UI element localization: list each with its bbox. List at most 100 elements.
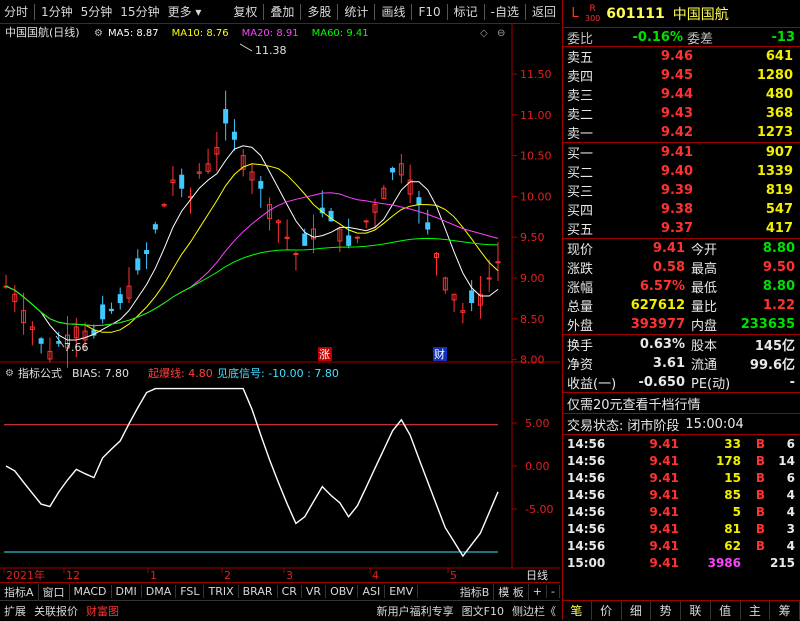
indicator-tab-1[interactable]: 窗口 [39, 583, 70, 600]
asks-row[interactable]: 卖三 9.44 480 [563, 85, 800, 104]
quote-tab-2[interactable]: 细 [622, 601, 652, 620]
indicator-tab-7[interactable]: BRAR [239, 585, 278, 598]
pane-menu-icon[interactable]: ⊖ [497, 28, 505, 39]
indicator-tab-8[interactable]: CR [278, 585, 302, 598]
indicator-tab-13[interactable]: 指标B [456, 583, 495, 600]
tool-fuquan-button[interactable]: 复权 [229, 3, 261, 20]
period-tab-fenshi[interactable]: 分时 [0, 3, 32, 20]
stat-label: 涨跌 [567, 262, 594, 277]
stat-value: 1.22 [762, 298, 795, 313]
extension-tab-0[interactable]: 扩展 [0, 603, 30, 619]
bottom-toolbar: 指标A 窗口 MACD DMI DMA FSL TRIX BRAR CR VR OBV ASI EMV 指… [0, 582, 560, 620]
extension-tab-4[interactable]: 图文F10 [458, 603, 508, 619]
bids-row[interactable]: 买四 9.38 547 [563, 200, 800, 219]
diamond-icon[interactable]: ◇ [480, 28, 488, 39]
period-tab-5min[interactable]: 5分钟 [77, 3, 117, 20]
price-tick-label: 11.00 [520, 109, 552, 122]
quote-tab-3[interactable]: 势 [651, 601, 681, 620]
trade-price: 9.41 [649, 470, 679, 485]
trade-price: 9.41 [649, 538, 679, 553]
tool-f10-button[interactable]: F10 [414, 5, 444, 19]
stock-header: L R 300 601111 中国国航 [563, 0, 800, 28]
stat-value: 9.41 [652, 241, 685, 256]
extension-tab-2[interactable]: 财富图 [82, 603, 123, 619]
indicator-tab-4[interactable]: DMA [142, 585, 177, 598]
promo-banner[interactable]: 仅需20元查看千档行情 [563, 393, 800, 414]
indicator-tab-15[interactable]: + [529, 585, 548, 598]
stat-label: 最高 [691, 262, 718, 277]
tool-watchlist-button[interactable]: -自选 [487, 3, 523, 20]
indicator-tab-5[interactable]: FSL [176, 585, 205, 598]
quote-tab-6[interactable]: 主 [741, 601, 771, 620]
indicator-tab-2[interactable]: MACD [70, 585, 112, 598]
period-label[interactable]: 日线 [526, 568, 548, 582]
trade-volume: 85 [724, 487, 741, 502]
extension-bar: 扩展 关联报价 财富图 新用户福利专享 图文F10 侧边栏《 [0, 601, 560, 620]
extension-tab-3[interactable]: 新用户福利专享 [373, 603, 458, 619]
trade-row: 14:56 9.41 15 B 6 [563, 469, 800, 486]
indicator-tab-11[interactable]: ASI [358, 585, 386, 598]
tool-back-button[interactable]: 返回 [528, 3, 560, 20]
market-badge-num: 300 [585, 13, 601, 23]
extension-tab-5[interactable]: 侧边栏《 [508, 603, 560, 619]
tool-mark-button[interactable]: 标记 [450, 3, 482, 20]
period-tab-1min[interactable]: 1分钟 [37, 3, 77, 20]
indicator-tick-label: 0.00 [525, 460, 550, 473]
asks-row[interactable]: 卖五 9.46 641 [563, 47, 800, 66]
asks-row[interactable]: 卖一 9.42 1273 [563, 123, 800, 142]
trade-status-time: 15:00:04 [685, 416, 744, 432]
trade-count: 6 [786, 436, 795, 451]
bids-row[interactable]: 买一 9.41 907 [563, 143, 800, 162]
candle-body [108, 308, 114, 312]
fundamental-stats: 换手 0.63% 股本 145亿 净资 3.61 流通 99.6亿 收益(一) -0.650 PE(… [563, 335, 800, 393]
tool-overlay-button[interactable]: 叠加 [266, 3, 298, 20]
tool-multistock-button[interactable]: 多股 [303, 3, 335, 20]
extension-tab-1[interactable]: 关联报价 [30, 603, 82, 619]
book-level-label: 买五 [567, 223, 594, 238]
trade-count: 6 [786, 470, 795, 485]
trade-volume: 81 [724, 521, 741, 536]
date-label: 2021年 [6, 568, 45, 582]
asks-row[interactable]: 卖四 9.45 1280 [563, 66, 800, 85]
quote-tab-0[interactable]: 笔 [562, 601, 592, 620]
quote-stat-row: 外盘 393977 内盘 233635 [563, 315, 800, 334]
indicator-tab-3[interactable]: DMI [112, 585, 142, 598]
ma60-line [5, 237, 499, 327]
kline-chart-area[interactable]: 中国国航(日线) ⚙ MA5: 8.87 MA10: 8.76 MA20: 8.91… [0, 24, 560, 582]
candle-body [425, 222, 431, 230]
stat-label: 股本 [691, 339, 718, 354]
asks-row[interactable]: 卖二 9.43 368 [563, 104, 800, 123]
book-volume: 417 [765, 221, 793, 236]
indicator-gear-icon[interactable]: ⚙ [5, 368, 14, 379]
bids-row[interactable]: 买三 9.39 819 [563, 181, 800, 200]
indicator-legend-item-2: 见底信号: -10.00 : 7.80 [217, 366, 339, 380]
period-tab-more[interactable]: 更多 ▾ [164, 3, 206, 20]
ma-legend-item-2: MA20: 8.91 [242, 28, 299, 39]
book-volume: 368 [765, 106, 793, 121]
tool-stats-button[interactable]: 统计 [340, 3, 372, 20]
indicator-tab-14[interactable]: 模 板 [494, 583, 529, 600]
quote-tab-1[interactable]: 价 [592, 601, 622, 620]
indicator-tab-10[interactable]: OBV [326, 585, 359, 598]
settings-gear-icon[interactable]: ⚙ [94, 28, 103, 39]
bids-row[interactable]: 买五 9.37 417 [563, 219, 800, 238]
period-tab-15min[interactable]: 15分钟 [116, 3, 163, 20]
trade-volume: 3986 [707, 555, 741, 570]
trade-side: B [755, 538, 765, 553]
indicator-tab-0[interactable]: 指标A [0, 583, 39, 600]
indicator-tab-12[interactable]: EMV [385, 585, 419, 598]
book-price: 9.39 [660, 183, 693, 198]
quote-tab-4[interactable]: 联 [681, 601, 711, 620]
quote-tab-5[interactable]: 值 [711, 601, 741, 620]
book-volume: 907 [765, 145, 793, 160]
indicator-tab-16[interactable]: - [547, 585, 560, 598]
book-price: 9.38 [660, 202, 693, 217]
divider [446, 3, 448, 20]
trade-time: 14:56 [567, 487, 606, 502]
stat-label: 内盘 [691, 319, 718, 334]
indicator-tab-6[interactable]: TRIX [204, 585, 239, 598]
indicator-tab-9[interactable]: VR [302, 585, 327, 598]
tool-draw-button[interactable]: 画线 [377, 3, 409, 20]
quote-tab-7[interactable]: 筹 [770, 601, 800, 620]
bids-row[interactable]: 买二 9.40 1339 [563, 162, 800, 181]
